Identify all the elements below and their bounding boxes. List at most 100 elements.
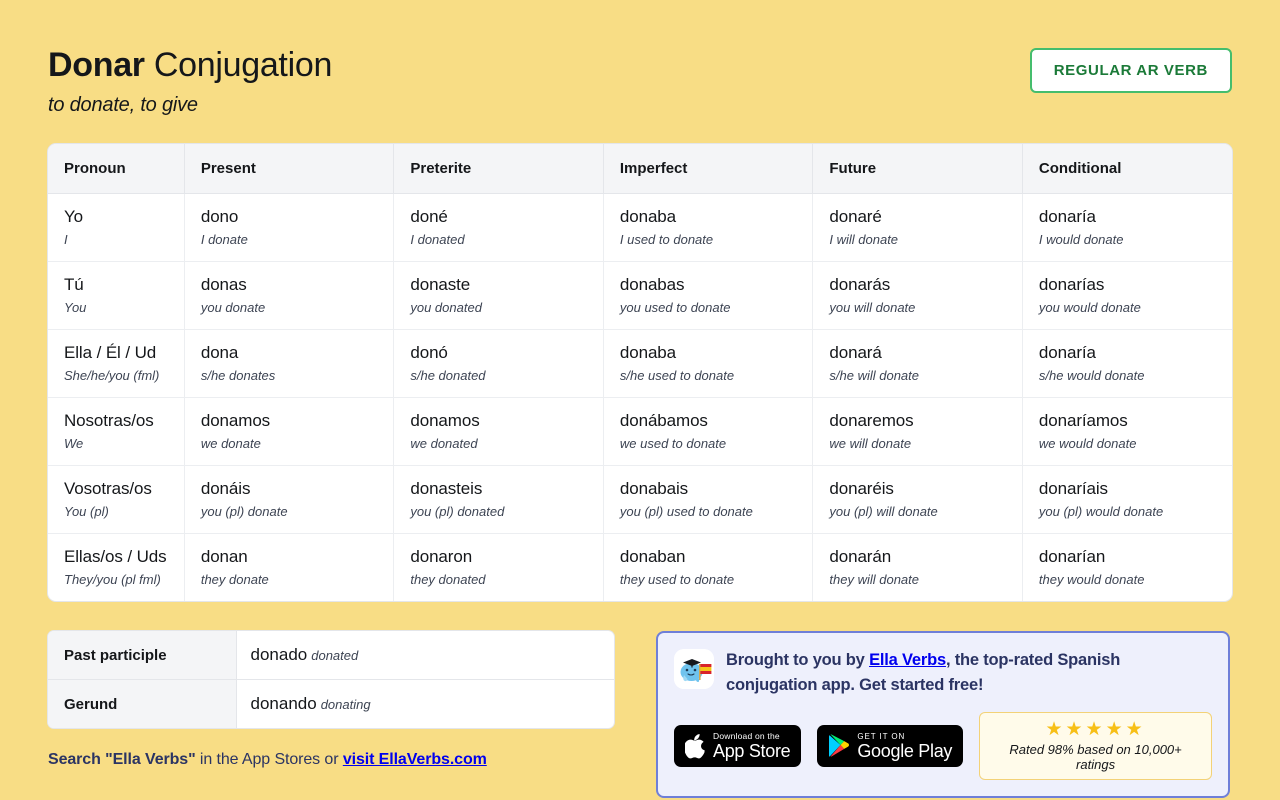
ellaverbs-website-link[interactable]: visit EllaVerbs.com [343,751,487,768]
pronoun-cell: Nosotras/os We [48,397,185,466]
conjugation-cell: donabais you (pl) used to donate [603,465,814,534]
conjugation-table: Pronoun Present Preterite Imperfect Futu… [48,144,1232,601]
conjugation-table-body: Yo I dono I donate doné I donated donaba… [48,193,1232,601]
conjugation-gloss: they donate [200,572,269,587]
google-play-small: GET IT ON [857,731,906,741]
conjugation-cell: donaron they donated [393,533,604,601]
conjugation-cell: donaste you donated [393,261,604,330]
conjugation-gloss: s/he donated [410,368,486,383]
table-row: Vosotras/os You (pl) donáis you (pl) don… [48,465,1232,534]
conjugation-form: donó [410,343,448,362]
conjugation-cell: donaré I will donate [812,193,1023,262]
pronoun-cell: Yo I [48,193,185,262]
conjugation-form: donaste [410,275,471,294]
conjugation-form: donabais [619,479,689,498]
conjugation-gloss: you (pl) used to donate [619,504,753,519]
conjugation-cell: donan they donate [184,533,395,601]
ella-verbs-app-icon [674,649,714,689]
conjugation-form: donarías [1038,275,1105,294]
conjugation-form: donaba [619,343,677,362]
conjugation-page: Donar Conjugation to donate, to give REG… [0,0,1280,800]
conjugation-form: dono [200,207,239,226]
apple-icon [685,733,705,758]
table-row: Tú You donas you donate donaste you dona… [48,261,1232,330]
conjugation-gloss: we donated [410,436,478,451]
conjugation-form: donan [200,547,248,566]
conjugation-form: donarían [1038,547,1106,566]
conjugation-form: donas [200,275,247,294]
conjugation-cell: doné I donated [393,193,604,262]
star-rating-icon: ★★★★★ [1045,719,1146,740]
conjugation-cell: donarías you would donate [1022,261,1232,330]
conjugation-gloss: s/he donates [200,368,276,383]
conjugation-cell: donáis you (pl) donate [184,465,395,534]
pronoun-gloss: You (pl) [64,504,109,519]
bottom-section: Past participle donado donated Gerund don… [48,631,1232,798]
conjugation-cell: donábamos we used to donate [603,397,814,466]
nonfinite-forms-table: Past participle donado donated Gerund don… [48,631,614,728]
verb-name: Donar [48,46,145,84]
conjugation-form: doné [410,207,448,226]
conjugation-cell: donará s/he will donate [812,329,1023,398]
pronoun-gloss: She/he/you (fml) [64,368,160,383]
conjugation-cell: donaba I used to donate [603,193,814,262]
conjugation-cell: dono I donate [184,193,395,262]
past-participle-label: Past participle [48,631,237,680]
pronoun-text: Ella / Él / Ud [64,343,157,362]
conjugation-gloss: you will donate [829,300,916,315]
pronoun-text: Tú [64,275,84,294]
conjugation-form: donaba [619,207,677,226]
conjugation-form: dona [200,343,239,362]
column-header-conditional: Conditional [1022,144,1232,194]
conjugation-form: donaríamos [1038,411,1128,430]
conjugation-cell: donaría I would donate [1022,193,1232,262]
promo-bottom: Download on the App Store GET IT ON Goog… [674,712,1212,780]
ella-verbs-link[interactable]: Ella Verbs [869,651,946,669]
conjugation-table-head: Pronoun Present Preterite Imperfect Futu… [48,144,1232,194]
search-callout-bold: Search "Ella Verbs" [48,751,196,768]
conjugation-gloss: you donated [410,300,482,315]
pronoun-cell: Tú You [48,261,185,330]
past-participle-gloss: donated [311,648,359,663]
conjugation-form: donabas [619,275,685,294]
conjugation-gloss: s/he would donate [1038,368,1145,383]
conjugation-cell: donaremos we will donate [812,397,1023,466]
conjugation-gloss: we used to donate [619,436,727,451]
conjugation-cell: donarás you will donate [812,261,1023,330]
gerund-gloss: donating [320,697,371,712]
conjugation-form: donarás [829,275,891,294]
conjugation-gloss: they would donate [1038,572,1145,587]
conjugation-gloss: I donated [410,232,465,247]
conjugation-cell: donó s/he donated [393,329,604,398]
conjugation-cell: donasteis you (pl) donated [393,465,604,534]
conjugation-cell: donaríais you (pl) would donate [1022,465,1232,534]
google-play-badge[interactable]: GET IT ON Google Play [817,725,964,767]
conjugation-form: donaría [1038,207,1096,226]
promo-box: Brought to you by Ella Verbs, the top-ra… [656,631,1230,798]
app-store-badge[interactable]: Download on the App Store [674,725,802,767]
conjugation-form: donamos [410,411,480,430]
table-header-row: Pronoun Present Preterite Imperfect Futu… [48,144,1232,194]
pronoun-cell: Ellas/os / Uds They/you (pl fml) [48,533,185,601]
rating-box: ★★★★★ Rated 98% based on 10,000+ ratings [979,712,1212,780]
conjugation-form: donarán [829,547,892,566]
promo-text: Brought to you by Ella Verbs, the top-ra… [726,647,1212,698]
conjugation-form: donaréis [829,479,894,498]
bottom-left-column: Past participle donado donated Gerund don… [48,631,614,772]
conjugation-gloss: they donated [410,572,486,587]
conjugation-gloss: we would donate [1038,436,1137,451]
conjugation-form: donaremos [829,411,914,430]
past-participle-value: donado [250,645,308,664]
google-play-text: GET IT ON Google Play [857,731,952,760]
gerund-row: Gerund donando donating [48,679,614,729]
conjugation-form: donáis [200,479,251,498]
column-header-present: Present [184,144,395,194]
promo-top: Brought to you by Ella Verbs, the top-ra… [674,647,1212,698]
title-block: Donar Conjugation to donate, to give [48,40,332,120]
rating-text: Rated 98% based on 10,000+ ratings [1009,742,1182,772]
conjugation-cell: donas you donate [184,261,395,330]
search-callout-middle: in the App Stores or [195,751,343,768]
conjugation-gloss: s/he used to donate [619,368,735,383]
gerund-value-cell: donando donating [236,680,614,729]
conjugation-cell: dona s/he donates [184,329,395,398]
